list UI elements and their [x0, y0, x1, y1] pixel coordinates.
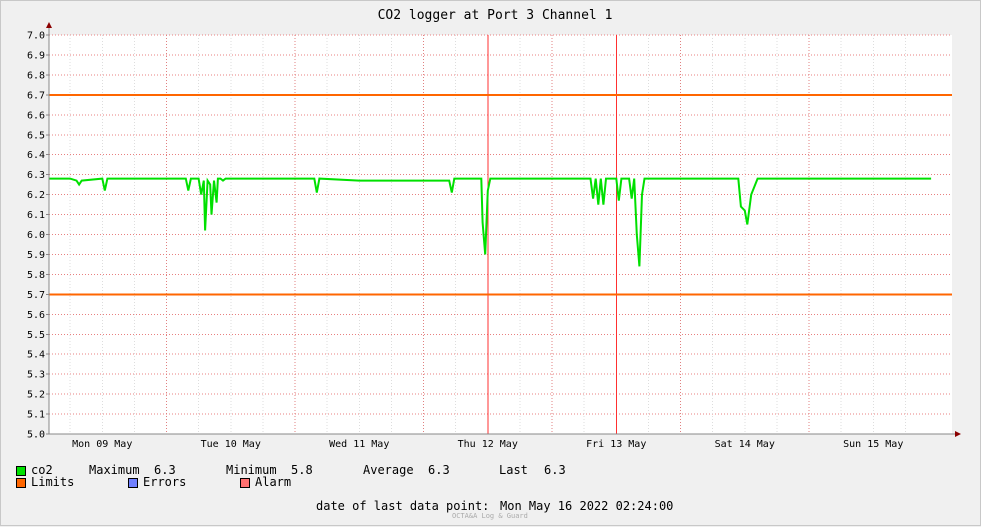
- x-tick-label: Mon 09 May: [72, 439, 132, 450]
- legend-min-value: 5.8: [291, 463, 313, 477]
- y-tick-label: 6.8: [27, 70, 45, 81]
- x-tick-label: Sun 15 May: [843, 439, 903, 450]
- y-tick-label: 6.4: [27, 150, 45, 161]
- y-tick-label: 5.5: [27, 330, 45, 341]
- legend-max-label: Maximum: [89, 463, 140, 477]
- y-tick-label: 6.1: [27, 210, 45, 221]
- footer-date: Mon May 16 2022 02:24:00: [500, 499, 674, 513]
- y-tick-label: 5.4: [27, 350, 45, 361]
- y-tick-label: 5.2: [27, 390, 45, 401]
- y-tick-label: 6.2: [27, 190, 45, 201]
- chart-title: CO2 logger at Port 3 Channel 1: [378, 8, 613, 23]
- y-tick-label: 5.8: [27, 270, 45, 281]
- y-tick-label: 5.1: [27, 410, 45, 421]
- legend-last-value: 6.3: [544, 463, 566, 477]
- x-tick-label: Thu 12 May: [458, 439, 518, 450]
- y-tick-label: 5.3: [27, 370, 45, 381]
- footer-label: date of last data point:: [316, 499, 490, 513]
- x-tick-labels: Mon 09 May Tue 10 May Wed 11 May Thu 12 May…: [72, 439, 903, 450]
- y-tick-label: 6.5: [27, 130, 45, 141]
- limits-legend-swatch: [16, 478, 26, 488]
- y-tick-label: 6.6: [27, 110, 45, 121]
- credit-text: OCTA&A Log & Guard: [452, 512, 528, 520]
- co2-chart: CO2 logger at Port 3 Channel 1 7.0 6.9 6.8…: [27, 8, 961, 450]
- x-tick-label: Sat 14 May: [715, 439, 775, 450]
- x-tick-label: Fri 13 May: [586, 439, 646, 450]
- legend-avg-label: Average: [363, 463, 414, 477]
- errors-legend-swatch: [128, 478, 138, 488]
- chart-frame: CO2 logger at Port 3 Channel 1 7.0 6.9 6.8…: [0, 0, 981, 526]
- y-tick-label: 5.7: [27, 290, 45, 301]
- alarm-legend-swatch: [240, 478, 250, 488]
- y-tick-label: 6.9: [27, 50, 45, 61]
- y-tick-label: 7.0: [27, 31, 45, 42]
- co2-legend-swatch: [16, 466, 26, 476]
- legend-alarm-label: Alarm: [255, 475, 292, 489]
- x-tick-label: Tue 10 May: [201, 439, 261, 450]
- x-tick-label: Wed 11 May: [329, 439, 389, 450]
- legend-avg-value: 6.3: [428, 463, 450, 477]
- y-tick-label: 6.7: [27, 90, 45, 101]
- y-tick-label: 5.0: [27, 430, 45, 441]
- y-tick-label: 5.9: [27, 250, 45, 261]
- y-tick-label: 6.0: [27, 230, 45, 241]
- x-axis-arrow-icon: [955, 431, 961, 437]
- y-tick-labels: 7.0 6.9 6.8 6.7 6.6 6.5 6.4 6.3 6.2 6.1 6.0 5.9 5.8 5…: [27, 31, 45, 441]
- legend-errors-label: Errors: [143, 475, 187, 489]
- legend-last-label: Last: [499, 463, 528, 477]
- y-tick-label: 5.6: [27, 310, 45, 321]
- legend-limits-label: Limits: [31, 475, 75, 489]
- y-tick-label: 6.3: [27, 170, 45, 181]
- y-axis-arrow-icon: [46, 22, 52, 28]
